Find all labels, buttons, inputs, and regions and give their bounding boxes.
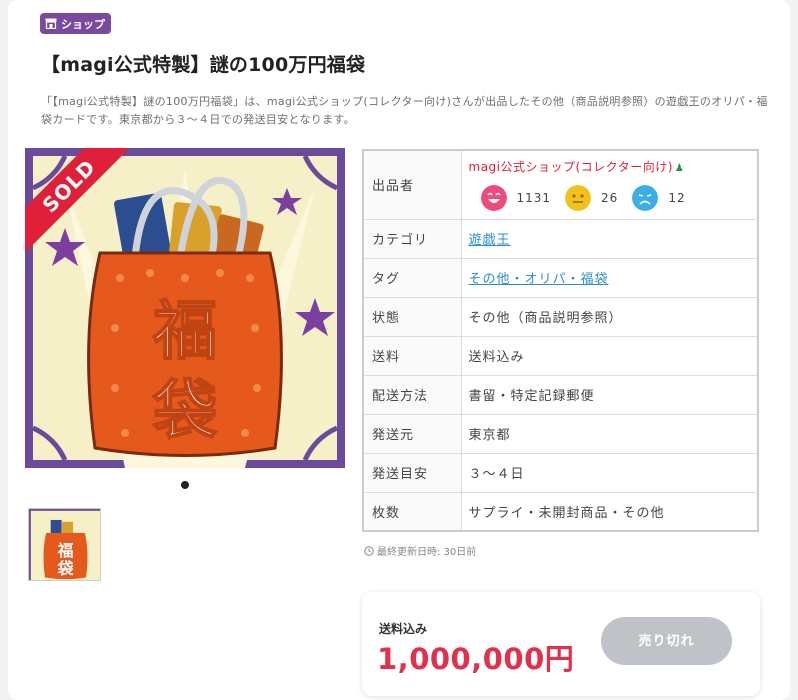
details-label: 発送元 xyxy=(363,414,462,454)
details-label: 配送方法 xyxy=(363,375,462,415)
rating-normal: 26 xyxy=(565,185,619,212)
details-row-category: カテゴリ 遊戯王 xyxy=(363,219,758,259)
sold-out-button[interactable]: 売り切れ xyxy=(601,617,732,665)
tag-link[interactable]: その他・オリパ・福袋 xyxy=(469,272,609,287)
details-value: 書留・特定記録郵便 xyxy=(461,375,758,415)
seller-name[interactable]: magi公式ショップ(コレクター向け) xyxy=(469,160,673,174)
shop-icon xyxy=(45,18,57,29)
product-title: 【magi公式特製】謎の100万円福袋 xyxy=(41,54,366,76)
details-row-quantity: 枚数 サプライ・未開封商品・その他 xyxy=(363,492,758,531)
rating-normal-count: 26 xyxy=(601,191,619,206)
details-label: カテゴリ xyxy=(363,219,462,259)
details-row-ship-from: 発送元 東京都 xyxy=(363,414,758,454)
rating-bad-count: 12 xyxy=(668,191,686,206)
details-row-condition: 状態 その他（商品説明参照） xyxy=(363,297,758,337)
details-label: 出品者 xyxy=(363,150,462,220)
shop-badge: ショップ xyxy=(40,13,111,34)
svg-text:袋: 袋 xyxy=(152,375,217,449)
details-label: 状態 xyxy=(363,297,462,337)
sad-face-icon xyxy=(632,185,659,212)
shop-badge-label: ショップ xyxy=(61,17,105,31)
thumbnail-image[interactable]: 福 袋 xyxy=(28,508,101,581)
svg-text:福: 福 xyxy=(152,295,217,369)
shipping-included-label: 送料込み xyxy=(379,622,428,636)
details-label: 枚数 xyxy=(363,492,462,531)
seller-ratings: 1131 26 12 xyxy=(480,185,758,212)
details-row-shipping-method: 配送方法 書留・特定記録郵便 xyxy=(363,375,758,415)
rating-good-count: 1131 xyxy=(516,191,552,206)
verified-seller-icon: ♟ xyxy=(674,163,685,175)
details-row-seller: 出品者 magi公式ショップ(コレクター向け) ♟ 1131 26 12 xyxy=(363,150,758,220)
product-details-table: 出品者 magi公式ショップ(コレクター向け) ♟ 1131 26 12 カテゴ… xyxy=(362,149,759,532)
details-row-tag: タグ その他・オリパ・福袋 xyxy=(363,258,758,298)
clock-icon xyxy=(364,545,374,556)
neutral-face-icon xyxy=(565,185,592,212)
details-value: 東京都 xyxy=(461,414,758,454)
last-updated-text: 最終更新日時: 30日前 xyxy=(377,547,477,558)
details-row-shipping-fee: 送料 送料込み xyxy=(363,336,758,376)
details-value: 送料込み xyxy=(461,336,758,376)
carousel-indicator-dot[interactable] xyxy=(181,481,189,489)
thumbnail-bag-icon: 福 袋 xyxy=(29,509,100,580)
product-card: ショップ 【magi公式特製】謎の100万円福袋 「【magi公式特製】謎の10… xyxy=(8,0,790,700)
details-value: サプライ・未開封商品・その他 xyxy=(468,505,665,521)
svg-text:福: 福 xyxy=(57,541,74,560)
category-link[interactable]: 遊戯王 xyxy=(469,233,511,248)
sold-label: SOLD xyxy=(25,148,135,254)
product-description: 「【magi公式特製】謎の100万円福袋」は、magi公式ショップ(コレクター向… xyxy=(41,95,768,126)
price: 1,000,000円 xyxy=(377,642,575,676)
svg-text:袋: 袋 xyxy=(57,559,75,578)
details-value: その他（商品説明参照） xyxy=(461,297,758,337)
seller-name-link[interactable]: magi公式ショップ(コレクター向け) ♟ xyxy=(469,158,758,175)
smile-face-icon xyxy=(480,185,507,212)
last-updated: 最終更新日時: 30日前 xyxy=(364,543,476,558)
product-main-image[interactable]: 福 袋 SOLD xyxy=(25,148,345,468)
sold-ribbon: SOLD xyxy=(25,148,135,258)
rating-bad: 12 xyxy=(632,185,686,212)
details-label: 発送目安 xyxy=(363,453,462,493)
details-row-ship-estimate: 発送目安 ３〜４日 xyxy=(363,453,758,493)
details-label: 送料 xyxy=(363,336,462,376)
details-value: ３〜４日 xyxy=(461,453,758,493)
rating-good: 1131 xyxy=(480,185,552,212)
details-label: タグ xyxy=(363,258,462,298)
purchase-panel: 送料込み 1,000,000円 売り切れ xyxy=(362,592,760,696)
